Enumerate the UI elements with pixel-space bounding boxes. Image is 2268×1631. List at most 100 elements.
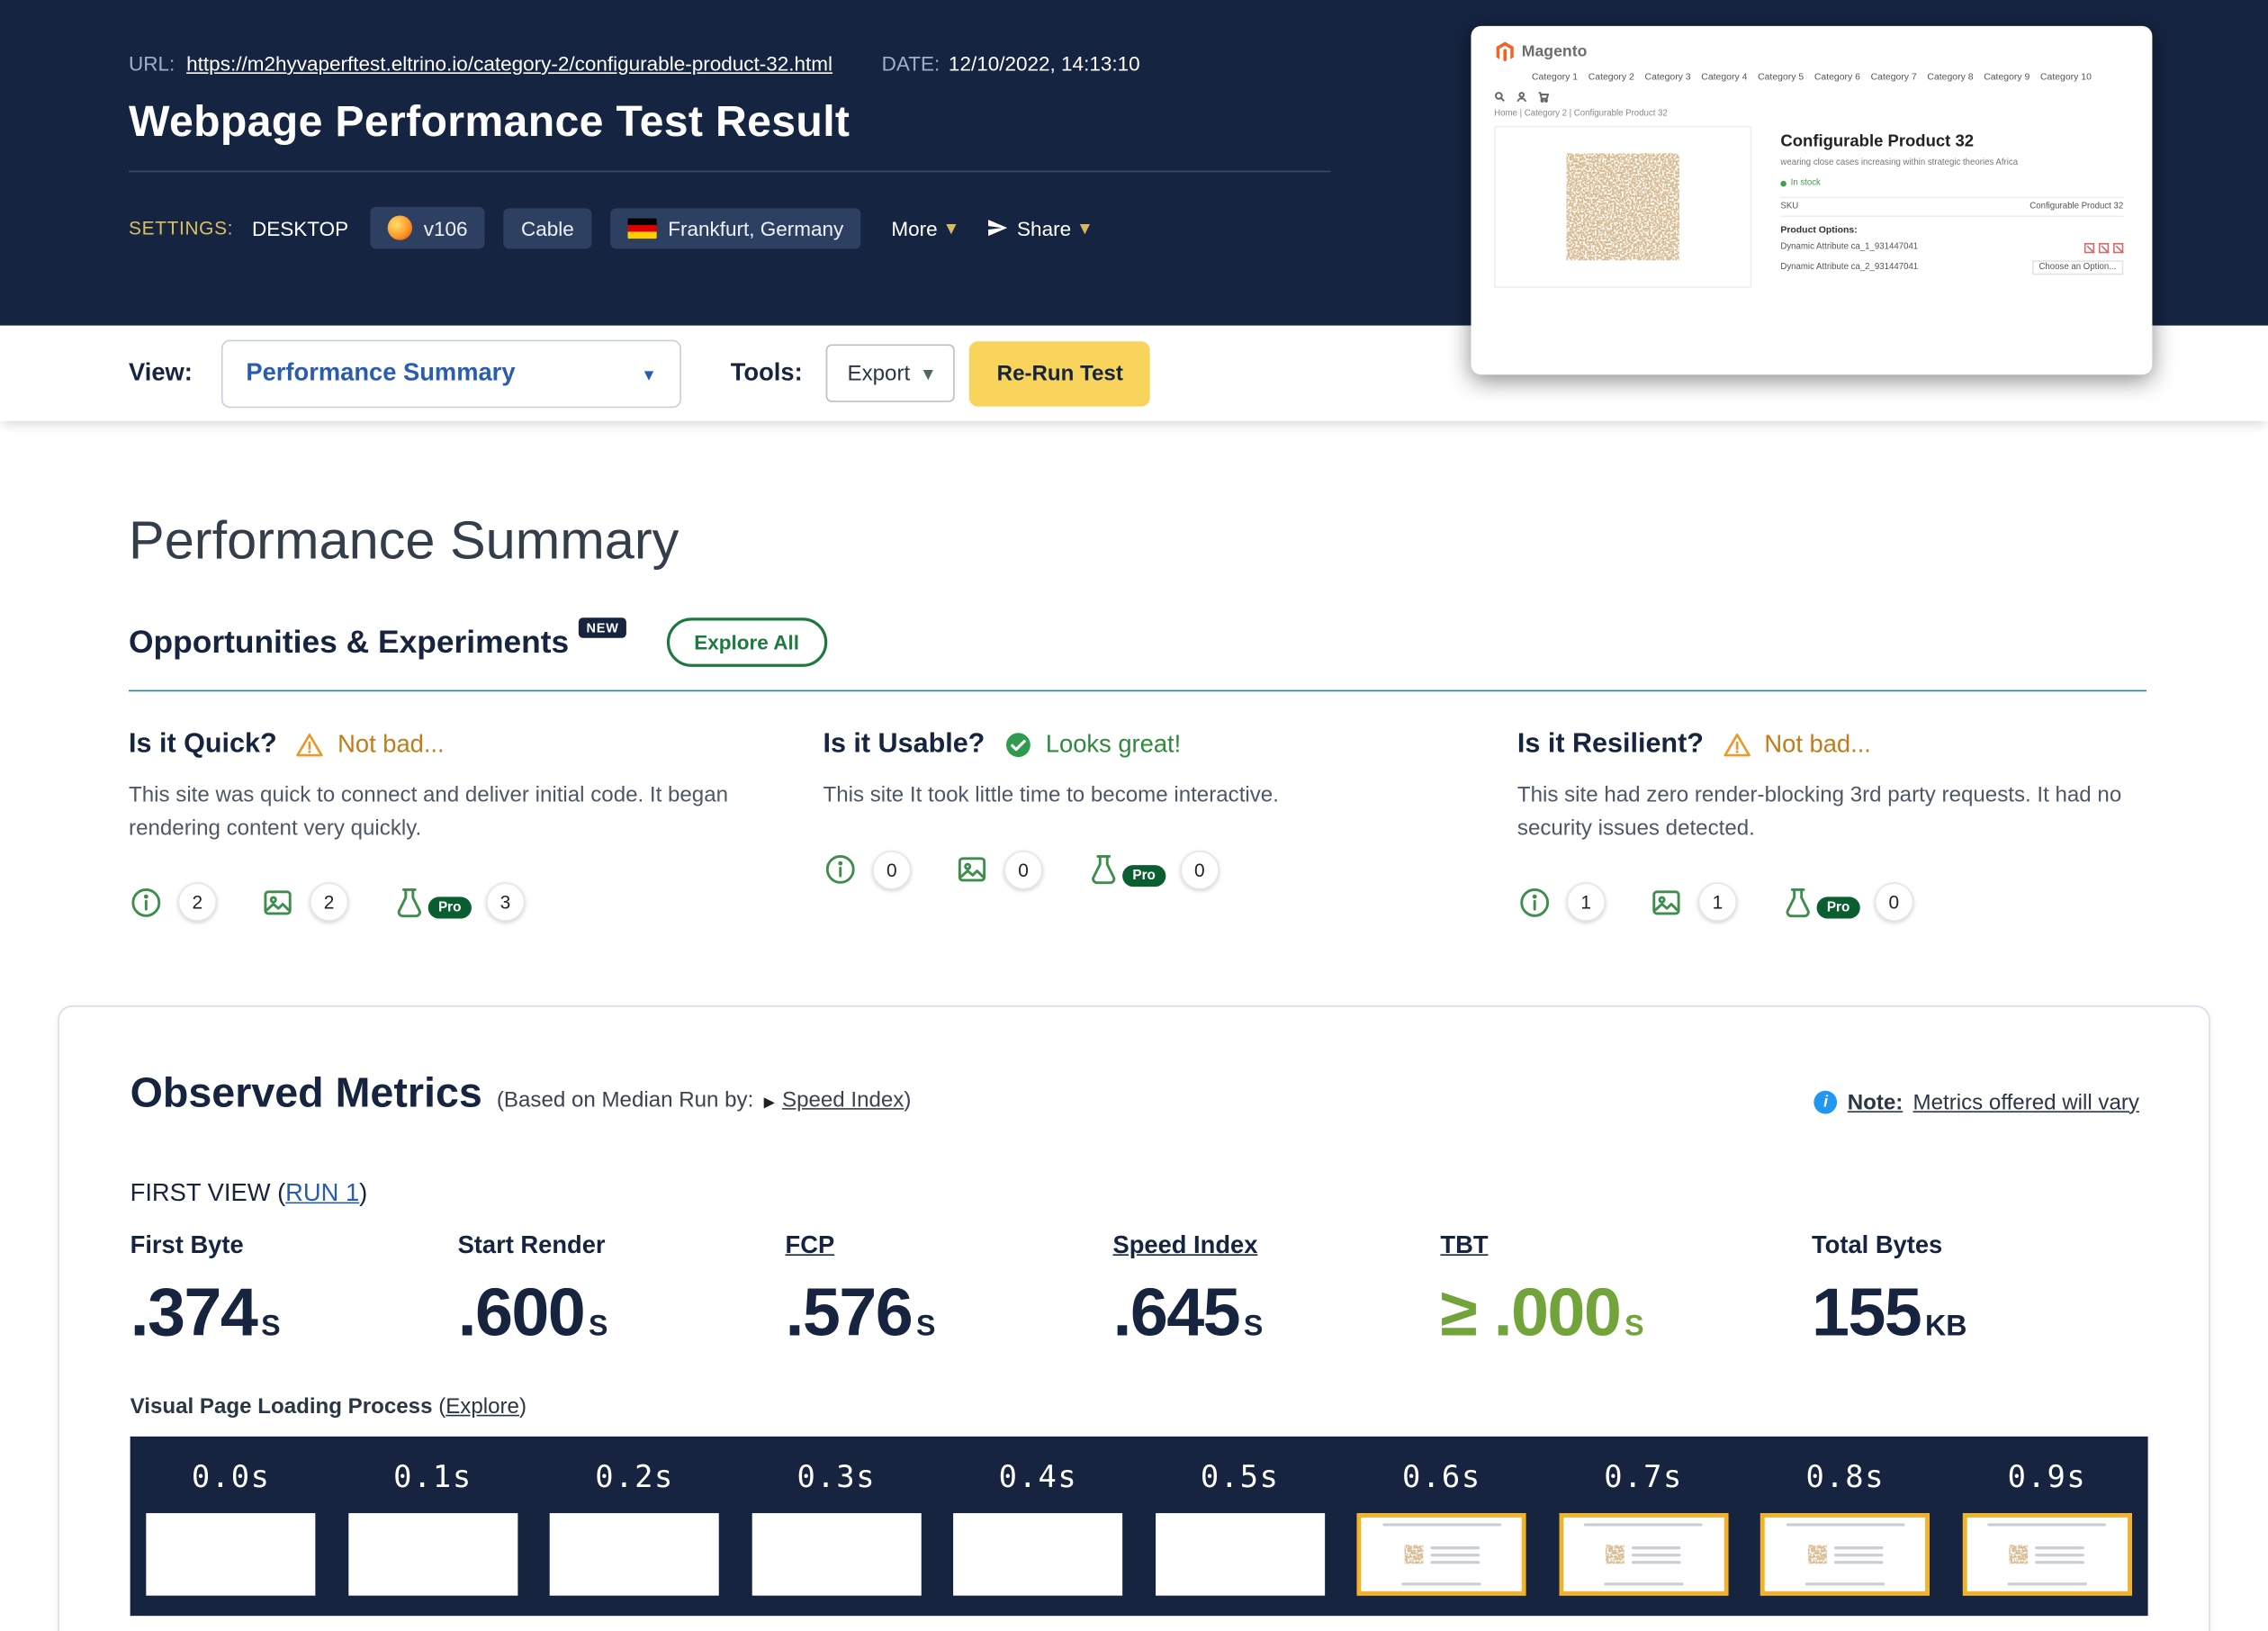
swatch-group — [2084, 242, 2123, 252]
nav-category[interactable]: Category 4 — [1701, 72, 1747, 82]
main-content: Performance Summary Opportunities & Expe… — [0, 510, 2268, 1631]
metric-unit: S — [1624, 1311, 1643, 1342]
firefox-icon — [388, 215, 412, 239]
frame-time: 0.9s — [2008, 1460, 2087, 1495]
header: URL: https://m2hyvaperftest.eltrino.io/c… — [0, 0, 2268, 326]
opportunity-card-resilient: Is it Resilient? Not bad... This site ha… — [1517, 729, 2146, 922]
filmstrip-frame: 0.5s — [1139, 1460, 1341, 1596]
experiments-group[interactable]: Pro 3 — [392, 882, 526, 921]
share-label: Share — [1017, 216, 1071, 239]
metric-total-bytes: Total Bytes 155KB — [1812, 1231, 2139, 1351]
browser-version: v106 — [424, 216, 468, 239]
swatch-broken-image-icon[interactable] — [2113, 242, 2123, 252]
metric-unit: KB — [1925, 1311, 1966, 1342]
observation-counts-row: 1 1 Pro 0 — [1517, 882, 2146, 921]
metric-tbt: TBT ≥ .000S — [1440, 1231, 1812, 1351]
experiments-group[interactable]: Pro 0 — [1780, 882, 1913, 921]
observations-group[interactable]: 0 — [823, 850, 911, 888]
frame-thumbnail[interactable] — [954, 1513, 1123, 1596]
frame-thumbnail-loaded[interactable] — [1559, 1513, 1728, 1596]
observations-group[interactable]: 1 — [1517, 882, 1606, 921]
chevron-down-icon — [1080, 215, 1090, 239]
nav-category[interactable]: Category 8 — [1927, 72, 1973, 82]
tested-url-link[interactable]: https://m2hyvaperftest.eltrino.io/catego… — [186, 52, 832, 76]
metric-label-link[interactable]: FCP — [786, 1231, 835, 1260]
stock-status: In stock — [1780, 179, 2123, 188]
question-row: Is it Quick? Not bad... — [129, 729, 823, 761]
frame-thumbnail-loaded[interactable] — [1760, 1513, 1930, 1596]
info-icon — [1517, 885, 1552, 920]
frame-thumbnail-loaded[interactable] — [1357, 1513, 1526, 1596]
experiments-group[interactable]: Pro 0 — [1086, 850, 1220, 888]
export-button[interactable]: Export — [825, 344, 955, 401]
nav-category[interactable]: Category 9 — [1984, 72, 2030, 82]
nav-category[interactable]: Category 2 — [1588, 72, 1634, 82]
view-label: View: — [129, 359, 193, 388]
opportunities-grid: Is it Quick? Not bad... This site was qu… — [129, 729, 2146, 922]
share-menu[interactable]: Share — [986, 215, 1090, 239]
metric-value: .600S — [458, 1272, 786, 1351]
warning-icon — [1723, 731, 1751, 760]
nav-category[interactable]: Category 1 — [1532, 72, 1578, 82]
frame-thumbnail[interactable] — [348, 1513, 518, 1596]
nav-category[interactable]: Category 6 — [1814, 72, 1860, 82]
frame-thumbnail[interactable] — [1156, 1513, 1325, 1596]
opportunity-card-usable: Is it Usable? Looks great! This site It … — [823, 729, 1516, 922]
metrics-header: Observed Metrics (Based on Median Run by… — [130, 1070, 2139, 1118]
frame-thumbnail[interactable] — [550, 1513, 719, 1596]
test-screenshot-thumbnail[interactable]: Magento Category 1 Category 2 Category 3… — [1471, 26, 2152, 374]
account-icon[interactable] — [1516, 91, 1527, 103]
metric-first-byte: First Byte .374S — [130, 1231, 458, 1351]
observed-metrics-card: Observed Metrics (Based on Median Run by… — [58, 1005, 2210, 1631]
connection-pill[interactable]: Cable — [504, 208, 591, 248]
metric-label-link[interactable]: TBT — [1440, 1231, 1488, 1260]
frame-thumbnail[interactable] — [147, 1513, 316, 1596]
cart-icon[interactable] — [1537, 91, 1549, 103]
observations-group[interactable]: 2 — [129, 882, 217, 921]
location-pill[interactable]: Frankfurt, Germany — [610, 208, 861, 248]
frame-thumbnail-loaded[interactable] — [1962, 1513, 2131, 1596]
swatch-broken-image-icon[interactable] — [2084, 242, 2094, 252]
run-1-link[interactable]: RUN 1 — [285, 1179, 359, 1207]
nav-category[interactable]: Category 5 — [1758, 72, 1804, 82]
observation-counts-row: 2 2 Pro 3 — [129, 882, 823, 921]
browser-pill[interactable]: v106 — [370, 207, 485, 249]
product-details: Configurable Product 32 wearing close ca… — [1780, 126, 2128, 288]
view-select-value: Performance Summary — [246, 359, 515, 388]
filmstrip-heading: Visual Page Loading Process (Explore) — [130, 1394, 2139, 1419]
search-icon[interactable] — [1494, 91, 1506, 103]
explore-filmstrip-link[interactable]: Explore — [446, 1394, 519, 1419]
metric-label-link[interactable]: Speed Index — [1112, 1231, 1257, 1260]
swatch-broken-image-icon[interactable] — [2099, 242, 2109, 252]
note-text[interactable]: Metrics offered will vary — [1913, 1090, 2139, 1114]
metrics-values-row: First Byte .374S Start Render .600S FCP … — [130, 1231, 2139, 1351]
choose-option-select[interactable]: Choose an Option... — [2031, 260, 2123, 275]
speed-index-link[interactable]: Speed Index — [782, 1088, 904, 1113]
frame-thumbnail[interactable] — [752, 1513, 921, 1596]
pro-badge: Pro — [1817, 897, 1860, 918]
screenshots-group[interactable]: 1 — [1649, 882, 1737, 921]
view-select[interactable]: Performance Summary — [221, 339, 681, 408]
rerun-test-button[interactable]: Re-Run Test — [969, 340, 1150, 405]
metric-unit: S — [1244, 1311, 1263, 1342]
first-view-suffix: ) — [359, 1179, 367, 1207]
screenshots-group[interactable]: 0 — [955, 850, 1043, 888]
filmstrip-frame: 0.4s — [937, 1460, 1138, 1596]
page: URL: https://m2hyvaperftest.eltrino.io/c… — [0, 0, 2268, 1631]
more-menu[interactable]: More — [891, 215, 956, 239]
test-date: DATE: 12/10/2022, 14:13:10 — [882, 52, 1140, 76]
expand-triangle-icon[interactable] — [753, 1088, 782, 1113]
warning-icon — [296, 731, 325, 760]
explore-all-button[interactable]: Explore All — [667, 617, 827, 667]
chevron-down-icon — [641, 359, 657, 388]
verdict-text: Looks great! — [1046, 731, 1181, 760]
nav-category[interactable]: Category 3 — [1645, 72, 1691, 82]
nav-category[interactable]: Category 7 — [1871, 72, 1917, 82]
subtitle-suffix: ) — [904, 1088, 911, 1113]
screenshots-group[interactable]: 2 — [260, 882, 348, 921]
frame-time: 0.6s — [1402, 1460, 1481, 1495]
nav-category[interactable]: Category 10 — [2040, 72, 2092, 82]
section-rule — [129, 690, 2146, 692]
card-description: This site was quick to connect and deliv… — [129, 779, 736, 844]
metrics-note: i Note: Metrics offered will vary — [1814, 1090, 2139, 1114]
